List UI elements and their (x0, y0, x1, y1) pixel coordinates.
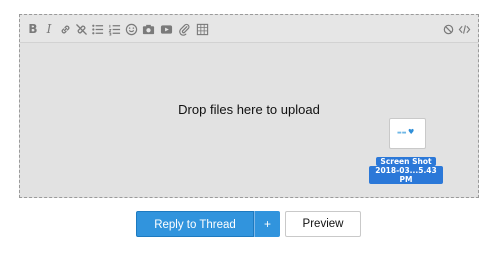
link-button[interactable] (59, 23, 73, 36)
more-options-button[interactable]: + (254, 211, 280, 237)
code-icon (458, 25, 471, 34)
editor-toolbar: B I (20, 15, 478, 43)
dragged-file-thumbnail[interactable]: ▬▬ ♥ (389, 118, 426, 149)
italic-button[interactable]: I (42, 23, 56, 36)
message-editor[interactable]: B I Drop files here to upload ▬▬ ♥ Scree… (19, 14, 479, 198)
file-name-line1: Screen Shot (376, 157, 436, 166)
numbered-list-button[interactable] (108, 23, 122, 36)
numbered-list-icon (108, 24, 121, 36)
preview-button[interactable]: Preview (285, 211, 361, 237)
media-button[interactable] (160, 23, 174, 36)
image-button[interactable] (142, 23, 156, 36)
video-play-icon (160, 25, 173, 34)
emoji-button[interactable] (125, 23, 139, 36)
unlink-button[interactable] (75, 23, 89, 36)
bullet-list-icon (92, 24, 104, 35)
file-preview-icon: ▬▬ ♥ (397, 128, 415, 136)
camera-icon (142, 24, 155, 35)
paperclip-icon (179, 23, 190, 36)
bold-button[interactable]: B (26, 23, 40, 36)
file-name-line2: 2018-03...5.43 PM (369, 166, 443, 184)
remove-formatting-button[interactable] (442, 23, 456, 36)
source-code-button[interactable] (458, 23, 472, 36)
table-button[interactable] (196, 23, 210, 36)
link-icon (61, 25, 70, 34)
unlink-icon (76, 24, 87, 35)
table-icon (196, 23, 209, 36)
bullet-list-button[interactable] (91, 23, 105, 36)
no-format-icon (443, 24, 454, 35)
drop-zone-label: Drop files here to upload (178, 102, 320, 117)
reply-to-thread-button[interactable]: Reply to Thread (136, 211, 254, 237)
attach-button[interactable] (178, 23, 192, 36)
smiley-icon (125, 23, 138, 36)
dragged-file-label: Screen Shot 2018-03...5.43 PM (369, 157, 443, 184)
